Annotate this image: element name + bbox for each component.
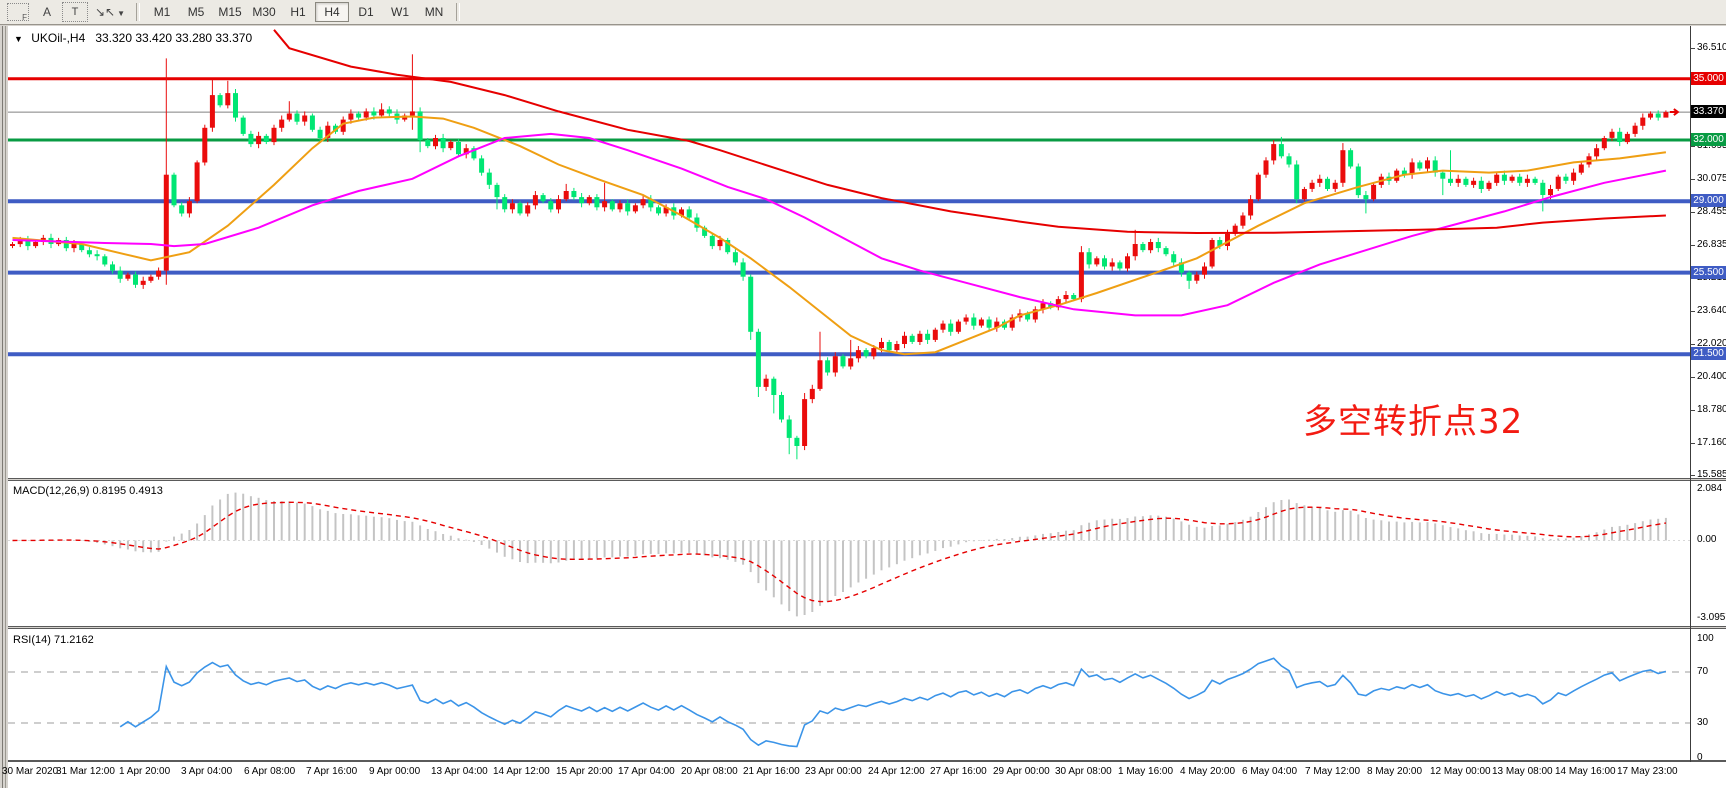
toolbar-drag-handle[interactable]: F: [7, 3, 29, 21]
axis-tick: [1690, 179, 1695, 180]
timeframe-button-m1[interactable]: M1: [145, 2, 179, 22]
time-tick-label: 12 May 00:00: [1430, 766, 1491, 777]
time-tick-label: 20 Apr 08:00: [681, 766, 738, 777]
window-left-edge: [0, 26, 8, 788]
timeframe-button-d1[interactable]: D1: [349, 2, 383, 22]
macd-signal-line: [13, 502, 1666, 601]
time-tick-label: 14 May 16:00: [1555, 766, 1616, 777]
ohlc-quote: 33.320 33.420 33.280 33.370: [95, 31, 252, 45]
timeframe-button-m30[interactable]: M30: [247, 2, 281, 22]
timeframe-button-h4[interactable]: H4: [315, 2, 349, 22]
time-tick-label: 3 Apr 04:00: [181, 766, 232, 777]
time-tick-label: 14 Apr 12:00: [493, 766, 550, 777]
rsi-axis-label: 70: [1697, 666, 1708, 677]
axis-tick: [1690, 410, 1695, 411]
time-tick-label: 4 May 20:00: [1180, 766, 1235, 777]
price-tick-label: 17.160: [1697, 437, 1726, 448]
time-tick-label: 15 Apr 20:00: [556, 766, 613, 777]
pane-splitter-timebar: [8, 760, 1726, 762]
time-tick-label: 1 May 16:00: [1118, 766, 1173, 777]
symbol-header[interactable]: ▼ UKOil-,H4 33.320 33.420 33.280 33.370: [14, 31, 252, 45]
macd-indicator-label: MACD(12,26,9) 0.8195 0.4913: [13, 485, 163, 497]
axis-tick: [1690, 311, 1695, 312]
time-tick-label: 8 May 20:00: [1367, 766, 1422, 777]
chevron-down-icon: ▼: [14, 34, 23, 44]
time-tick-label: 30 Apr 08:00: [1055, 766, 1112, 777]
price-tick-label: 36.510: [1697, 42, 1726, 53]
price-tag-32.000: 32.000: [1691, 133, 1726, 146]
time-tick-label: 6 Apr 08:00: [244, 766, 295, 777]
time-tick-label: 7 Apr 16:00: [306, 766, 357, 777]
price-tick-label: 15.585: [1697, 469, 1726, 480]
drag-handle-mark: F: [22, 13, 27, 22]
rsi-axis-label: 100: [1697, 633, 1714, 644]
macd-axis-label: -3.0957: [1697, 612, 1726, 623]
toolbar-separator: [456, 3, 460, 21]
arrows-icon: ↘↖: [95, 5, 115, 19]
axis-tick: [1690, 212, 1695, 213]
time-tick-label: 27 Apr 16:00: [930, 766, 987, 777]
axis-tick: [1690, 377, 1695, 378]
price-tick-label: 30.075: [1697, 173, 1726, 184]
toolbar: F A T ↘↖▼ M1M5M15M30H1H4D1W1MN: [0, 0, 1726, 25]
time-tick-label: 9 Apr 00:00: [369, 766, 420, 777]
rsi-indicator-label: RSI(14) 71.2162: [13, 634, 94, 646]
axis-tick: [1690, 475, 1695, 476]
timeframe-button-m15[interactable]: M15: [213, 2, 247, 22]
price-tick-label: 26.835: [1697, 239, 1726, 250]
toolbar-separator: [136, 3, 140, 21]
time-tick-label: 30 Mar 2020: [2, 766, 58, 777]
timeframe-button-w1[interactable]: W1: [383, 2, 417, 22]
time-tick-label: 31 Mar 12:00: [56, 766, 115, 777]
price-tick-label: 28.455: [1697, 206, 1726, 217]
time-tick-label: 6 May 04:00: [1242, 766, 1297, 777]
axis-tick: [1690, 245, 1695, 246]
time-tick-label: 13 Apr 04:00: [431, 766, 488, 777]
timeframe-button-m5[interactable]: M5: [179, 2, 213, 22]
pane-splitter-rsi[interactable]: [8, 626, 1726, 629]
timeframe-button-h1[interactable]: H1: [281, 2, 315, 22]
timeframe-button-mn[interactable]: MN: [417, 2, 451, 22]
time-tick-label: 13 May 08:00: [1492, 766, 1553, 777]
chart-annotation-text[interactable]: 多空转折点32: [1303, 394, 1523, 443]
axis-tick: [1690, 48, 1695, 49]
axis-tick: [1690, 344, 1695, 345]
time-tick-label: 23 Apr 00:00: [805, 766, 862, 777]
arrows-tool-button[interactable]: ↘↖▼: [90, 2, 130, 22]
ma-mid-magenta: [13, 134, 1666, 316]
time-tick-label: 29 Apr 00:00: [993, 766, 1050, 777]
price-tag-35.000: 35.000: [1691, 72, 1726, 85]
rsi-axis-label: 0: [1697, 752, 1703, 763]
symbol-name: UKOil-,H4: [31, 31, 85, 45]
price-tick-label: 20.400: [1697, 371, 1726, 382]
macd-histogram: [13, 493, 1666, 617]
text-tool-button[interactable]: A: [34, 2, 60, 22]
price-tag-29.000: 29.000: [1691, 194, 1726, 207]
time-tick-label: 1 Apr 20:00: [119, 766, 170, 777]
label-tool-button[interactable]: T: [62, 2, 88, 22]
pane-splitter-macd[interactable]: [8, 478, 1726, 481]
time-tick-label: 21 Apr 16:00: [743, 766, 800, 777]
chevron-down-icon: ▼: [117, 9, 125, 18]
time-tick-label: 17 Apr 04:00: [618, 766, 675, 777]
price-tick-label: 18.780: [1697, 404, 1726, 415]
price-tick-label: 23.640: [1697, 305, 1726, 316]
current-price-tag: 33.370: [1691, 105, 1726, 118]
time-tick-label: 17 May 23:00: [1617, 766, 1678, 777]
price-tag-21.500: 21.500: [1691, 347, 1726, 360]
axis-tick: [1690, 443, 1695, 444]
timeframe-group: M1M5M15M30H1H4D1W1MN: [145, 2, 451, 22]
macd-axis-label: 2.084: [1697, 483, 1722, 494]
current-price-arrow: [1670, 109, 1678, 115]
time-tick-label: 24 Apr 12:00: [868, 766, 925, 777]
time-tick-label: 7 May 12:00: [1305, 766, 1360, 777]
price-tag-25.500: 25.500: [1691, 266, 1726, 279]
rsi-axis-label: 30: [1697, 717, 1708, 728]
axis-tick: [1690, 146, 1695, 147]
macd-axis-label: 0.00: [1697, 534, 1716, 545]
